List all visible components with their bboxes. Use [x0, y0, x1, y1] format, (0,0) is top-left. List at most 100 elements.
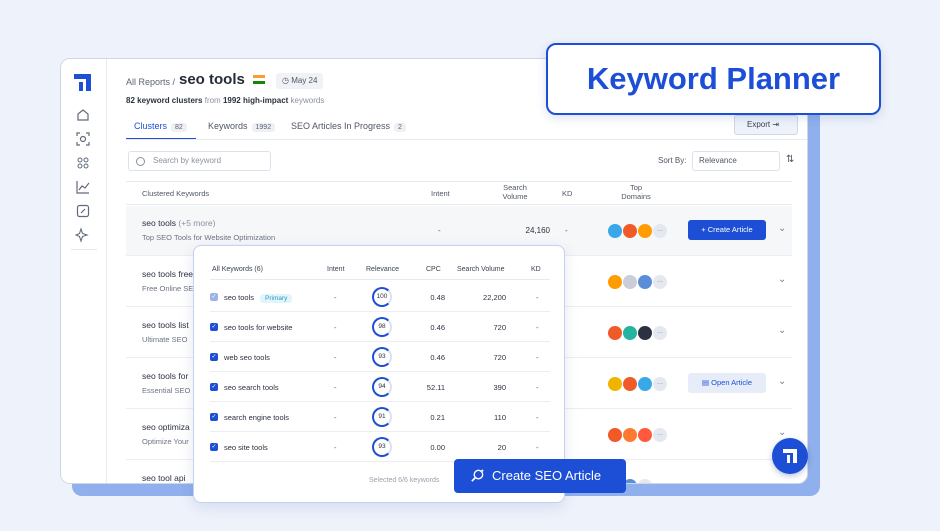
domain-logo-icon [608, 274, 622, 289]
chart-icon[interactable] [75, 179, 91, 195]
domain-logo-icon [608, 223, 622, 238]
volume-value: 390 [493, 383, 506, 392]
header-top: Top [629, 183, 643, 192]
relevance-gauge: 94 [372, 377, 392, 397]
more-count: (+5 more) [178, 218, 216, 228]
checkbox[interactable]: ✓ [210, 413, 218, 421]
home-icon[interactable] [75, 107, 91, 123]
keyword-row[interactable]: ✓ seo tools for website - 98 0.46 720 - [210, 312, 550, 342]
create-seo-article-button[interactable]: Create SEO Article [454, 459, 626, 493]
sort-value: Relevance [699, 156, 737, 165]
grid-icon[interactable] [75, 155, 91, 171]
domain-logo-icon [623, 376, 637, 391]
more-domains-icon[interactable]: ··· [653, 376, 667, 391]
app-logo[interactable] [74, 74, 91, 91]
keyword-row[interactable]: ✓ search engine tools - 91 0.21 110 - [210, 402, 550, 432]
more-domains-icon[interactable]: ··· [653, 223, 667, 238]
tab-count: 2 [394, 123, 406, 132]
keyword-name: seo tools Primary [224, 293, 293, 303]
more-domains-icon[interactable]: ··· [653, 427, 667, 442]
top-domains: ··· [608, 426, 667, 442]
chevron-down-icon[interactable]: ⌄ [778, 223, 786, 234]
tab-keywords[interactable]: Keywords 1992 [208, 121, 276, 132]
header-intent: Intent [327, 266, 345, 273]
more-domains-icon[interactable]: ··· [638, 478, 652, 483]
top-domains: ··· [608, 375, 667, 391]
keyword-row[interactable]: ✓ seo site tools - 93 0.00 20 - [210, 432, 550, 462]
keyword-row[interactable]: ✓ web seo tools - 93 0.46 720 - [210, 342, 550, 372]
india-flag-icon [253, 75, 265, 84]
sparkle-icon[interactable] [75, 227, 91, 243]
keyword-row[interactable]: ✓ seo tools Primary - 100 0.48 22,200 - [210, 282, 550, 312]
sidebar [61, 59, 107, 483]
relevance-gauge: 98 [372, 317, 392, 337]
export-button[interactable]: Export ⇥ [734, 115, 798, 135]
top-domains: ··· [608, 324, 667, 340]
cluster-subtitle: Free Online SEO [142, 284, 200, 293]
checkbox[interactable]: ✓ [210, 353, 218, 361]
domain-logo-icon [623, 274, 637, 289]
checkbox[interactable]: ✓ [210, 293, 218, 301]
date-text: May 24 [291, 76, 318, 85]
tab-count: 82 [171, 123, 187, 132]
domain-logo-icon [638, 427, 652, 442]
kd-value: - [536, 413, 539, 422]
table-header: Clustered Keywords Intent Search Volume … [126, 181, 792, 205]
clock-icon: ◷ [282, 76, 292, 85]
chevron-down-icon[interactable]: ⌄ [778, 325, 786, 336]
cluster-subtitle: Essential SEO [142, 386, 191, 395]
sidebar-divider [71, 249, 97, 250]
volume-value: 720 [493, 323, 506, 332]
chevron-down-icon[interactable]: ⌄ [778, 427, 786, 438]
date-badge: ◷ May 24 [276, 73, 324, 89]
cluster-keyword: seo tools free [142, 269, 194, 279]
keyword-text: seo tools [142, 218, 177, 228]
popover-header: All Keywords (6) Intent Relevance CPC Se… [210, 266, 550, 280]
header-clustered-keywords: Clustered Keywords [142, 189, 210, 198]
from-text: from [204, 96, 221, 105]
tab-label: Clusters [134, 121, 168, 131]
tab-seo-articles[interactable]: SEO Articles In Progress 2 [291, 121, 406, 132]
keyword-row[interactable]: ✓ seo search tools - 94 52.11 390 - [210, 372, 550, 402]
keyword-text: seo search tools [224, 383, 279, 392]
checkbox[interactable]: ✓ [210, 383, 218, 391]
more-domains-icon[interactable]: ··· [653, 325, 667, 340]
volume-value: 22,200 [483, 293, 506, 302]
relevance-gauge: 91 [372, 407, 392, 427]
header-relevance: Relevance [366, 266, 400, 273]
keywords-count: 1992 high-impact [222, 96, 289, 105]
more-domains-icon[interactable]: ··· [653, 274, 667, 289]
cluster-keyword: seo tools (+5 more) [142, 218, 216, 228]
create-article-button[interactable]: + Create Article [688, 220, 766, 240]
chevron-down-icon[interactable]: ⌄ [778, 376, 786, 387]
scan-icon[interactable] [75, 131, 91, 147]
keywords-suffix: keywords [290, 96, 325, 105]
edit-icon[interactable] [75, 203, 91, 219]
open-article-label: Open Article [711, 378, 753, 387]
domain-logo-icon [608, 376, 622, 391]
cluster-subtitle: Top SEO Tools for Website Optimization [142, 233, 276, 242]
cpc-value: 52.11 [426, 383, 445, 392]
tab-clusters[interactable]: Clusters 82 [134, 121, 187, 132]
sort-select[interactable]: Relevance [692, 151, 780, 171]
page-title: seo tools [179, 71, 245, 88]
checkbox[interactable]: ✓ [210, 323, 218, 331]
breadcrumb[interactable]: All Reports / [126, 77, 175, 87]
search-input[interactable]: Search by keyword [128, 151, 271, 171]
app-logo-fab[interactable] [772, 438, 808, 474]
domain-logo-icon [608, 427, 622, 442]
domain-logo-icon [638, 376, 652, 391]
checkbox[interactable]: ✓ [210, 443, 218, 451]
kd-value: - [565, 226, 568, 235]
sort-order-icon[interactable]: ⇅ [786, 155, 798, 165]
keyword-text: seo tools for website [224, 323, 293, 332]
top-domains: ··· [608, 273, 667, 289]
export-icon: ⇥ [772, 120, 780, 129]
keyword-text: seo site tools [224, 443, 268, 452]
keyword-planner-badge: Keyword Planner [546, 43, 881, 115]
intent-value: - [334, 293, 337, 302]
open-article-button[interactable]: ▤ Open Article [688, 373, 766, 393]
chevron-down-icon[interactable]: ⌄ [778, 274, 786, 285]
cpc-value: 0.46 [430, 323, 445, 332]
relevance-gauge: 93 [372, 347, 392, 367]
